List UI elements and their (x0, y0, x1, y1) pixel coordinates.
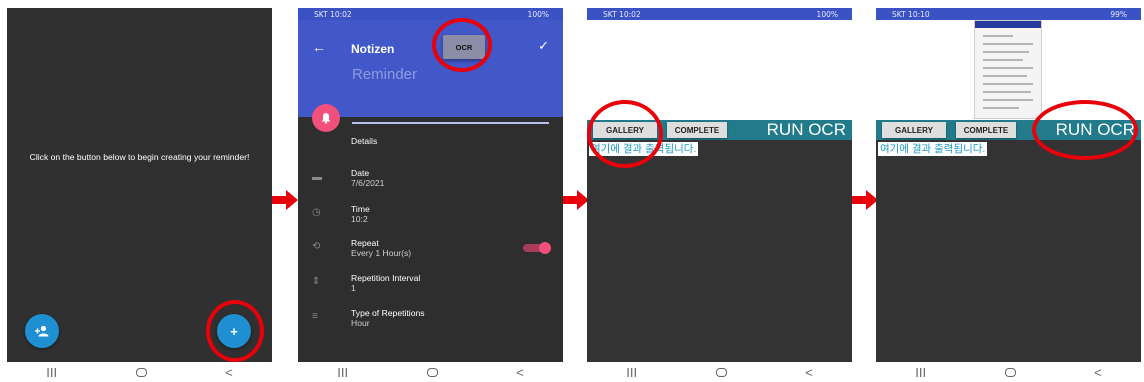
arrow-right-icon (563, 190, 589, 210)
app-background: SKT 10:02 100% ← Notizen OCR ✓ Reminder … (298, 8, 563, 362)
phone-screen-reminder-editor: SKT 10:02 100% ← Notizen OCR ✓ Reminder … (298, 8, 563, 382)
row-title: Repeat (351, 238, 379, 248)
home-button[interactable] (1004, 367, 1016, 377)
image-text-line (983, 91, 1031, 93)
highlight-ring-ocr-button (432, 18, 492, 72)
alarm-bell-button[interactable] (312, 104, 340, 132)
battery-level: 100% (816, 9, 838, 19)
result-area (587, 140, 852, 362)
input-underline (352, 122, 549, 124)
ocr-result-text: 여기에 결과 출력됩니다. (878, 142, 988, 156)
highlight-ring-gallery-button (587, 100, 663, 168)
carrier-time: SKT 10:10 (892, 9, 930, 19)
repeat-toggle[interactable] (523, 242, 551, 254)
back-button[interactable]: < (805, 365, 813, 380)
selected-document-image (974, 20, 1042, 119)
add-person-icon (35, 325, 49, 337)
back-button[interactable]: < (225, 365, 233, 380)
recent-apps-button[interactable]: III (915, 365, 926, 380)
row-value: Every 1 Hour(s) (351, 248, 412, 258)
image-text-line (983, 83, 1033, 85)
back-button[interactable]: < (516, 365, 524, 380)
row-title: Date (351, 168, 370, 178)
image-text-line (983, 59, 1023, 61)
back-button[interactable]: < (1094, 365, 1102, 380)
image-text-line (983, 51, 1029, 53)
recent-apps-button[interactable]: III (337, 365, 348, 380)
image-header-bar (975, 21, 1041, 28)
image-text-line (983, 67, 1033, 69)
list-icon: ≡ (312, 311, 318, 322)
interval-icon: ⇕ (312, 276, 321, 287)
bell-icon (321, 113, 331, 124)
arrow-right-icon (852, 190, 878, 210)
details-label: Details (351, 136, 378, 146)
back-arrow-icon[interactable]: ← (312, 39, 326, 55)
repeat-icon: ⟲ (312, 241, 321, 252)
add-contact-button[interactable] (25, 314, 59, 348)
gallery-button[interactable]: GALLERY (882, 122, 946, 138)
recent-apps-button[interactable]: III (626, 365, 637, 380)
image-text-line (983, 35, 1013, 37)
app-background: SKT 10:02 100% GALLERY COMPLETE RUN OCR … (587, 8, 852, 362)
image-text-line (983, 99, 1033, 101)
row-value: 7/6/2021 (351, 178, 385, 188)
system-nav-bar: III < (7, 362, 272, 382)
recent-apps-button[interactable]: III (46, 365, 57, 380)
row-value: 10:2 (351, 214, 368, 224)
carrier-time: SKT 10:02 (314, 9, 352, 19)
image-text-line (983, 107, 1019, 109)
highlight-ring-run-ocr-button (1032, 100, 1138, 160)
phone-screen-ocr-empty: SKT 10:02 100% GALLERY COMPLETE RUN OCR … (587, 8, 852, 382)
row-value: 1 (351, 283, 356, 293)
workflow-figure: Click on the button below to begin creat… (0, 0, 1144, 382)
row-title: Type of Repetitions (351, 308, 425, 318)
editor-header: ← Notizen OCR ✓ Reminder (298, 20, 563, 124)
app-background: SKT 10:10 99% GALLERY COMPLETE RUN OCR 여… (876, 8, 1141, 362)
result-area (876, 140, 1141, 362)
home-button[interactable] (135, 367, 147, 377)
row-title: Time (351, 204, 370, 214)
status-bar: SKT 10:10 99% (876, 8, 1141, 20)
status-bar: SKT 10:02 100% (587, 8, 852, 20)
run-ocr-button[interactable]: RUN OCR (767, 120, 846, 140)
system-nav-bar: III < (876, 362, 1141, 382)
status-bar: SKT 10:02 100% (298, 8, 563, 20)
home-button[interactable] (426, 367, 438, 377)
image-text-line (983, 75, 1027, 77)
system-nav-bar: III < (298, 362, 563, 382)
carrier-time: SKT 10:02 (603, 9, 641, 19)
row-value: Hour (351, 318, 370, 328)
calendar-icon: ▬ (312, 172, 322, 183)
complete-button[interactable]: COMPLETE (667, 122, 727, 138)
page-title: Notizen (351, 42, 395, 56)
phone-screen-empty-list: Click on the button below to begin creat… (7, 8, 272, 382)
highlight-ring-add-button (206, 300, 264, 362)
toggle-knob (539, 242, 551, 254)
home-button[interactable] (715, 367, 727, 377)
battery-level: 100% (527, 9, 549, 19)
battery-level: 99% (1110, 9, 1127, 19)
empty-state-hint: Click on the button below to begin creat… (29, 152, 250, 162)
phone-screen-ocr-with-image: SKT 10:10 99% GALLERY COMPLETE RUN OCR 여… (876, 8, 1141, 382)
system-nav-bar: III < (587, 362, 852, 382)
row-title: Repetition Interval (351, 273, 421, 283)
arrow-right-icon (272, 190, 298, 210)
clock-icon: ◷ (312, 207, 321, 218)
image-text-line (983, 43, 1033, 45)
reminder-title-input[interactable]: Reminder (352, 66, 417, 83)
complete-button[interactable]: COMPLETE (956, 122, 1016, 138)
save-check-icon[interactable]: ✓ (538, 38, 549, 54)
